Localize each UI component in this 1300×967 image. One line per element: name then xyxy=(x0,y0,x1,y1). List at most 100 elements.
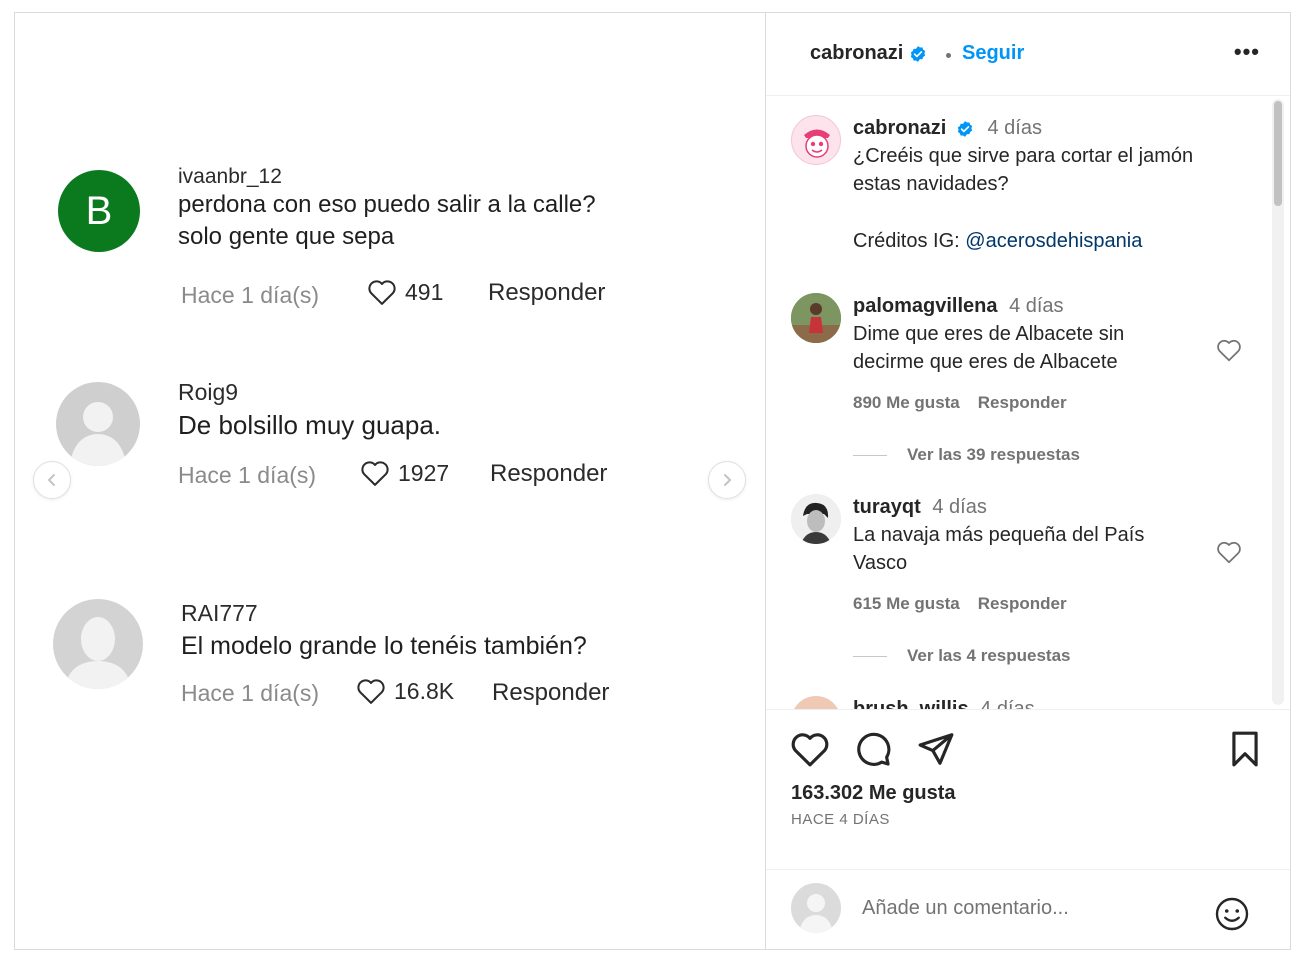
credits-label: Créditos IG: xyxy=(853,230,966,252)
comment-time: 4 días xyxy=(932,496,987,518)
comment-time: Hace 1 día(s) xyxy=(178,462,317,488)
comment-text-line: solo gente que sepa xyxy=(178,223,395,250)
comment-time: Hace 1 día(s) xyxy=(181,680,320,706)
post-dialog: B ivaanbr_12 perdona con eso puedo salir… xyxy=(14,12,1291,950)
comment-likes: 1927 xyxy=(360,459,449,487)
cartoon-face-icon xyxy=(804,129,830,158)
comment-text-line: De bolsillo muy guapa. xyxy=(178,410,442,440)
comment-likes: 491 xyxy=(367,278,443,306)
comment-time: Hace 1 día(s) xyxy=(181,282,320,308)
previous-button[interactable] xyxy=(33,461,71,499)
comment-header: turayqt 4 días xyxy=(853,493,987,521)
caption-credits: Créditos IG: @acerosdehispania xyxy=(853,227,1142,255)
comment-header: brush_willis 4 días xyxy=(853,695,1035,709)
comment-username: ivaanbr_12 xyxy=(178,165,282,188)
my-avatar xyxy=(791,883,841,933)
author-username-text[interactable]: cabronazi xyxy=(810,42,903,64)
caption-time: 4 días xyxy=(987,117,1042,139)
likes-count: 491 xyxy=(405,278,444,305)
avatar xyxy=(56,382,140,466)
next-button[interactable] xyxy=(708,461,746,499)
post-time: HACE 4 DÍAS xyxy=(791,811,890,828)
avatar xyxy=(53,599,143,689)
comment-icon[interactable] xyxy=(854,730,892,768)
comment-text-line: perdona con eso puedo salir a la calle? xyxy=(178,191,596,218)
default-avatar-icon xyxy=(70,402,126,466)
like-icon[interactable] xyxy=(790,730,830,768)
view-replies-button[interactable]: Ver las 39 respuestas xyxy=(853,445,1080,465)
heart-icon xyxy=(361,461,389,486)
default-avatar-icon xyxy=(799,894,833,933)
comment-username[interactable]: turayqt xyxy=(853,496,921,518)
post-header: cabronazi Seguir ••• xyxy=(766,13,1290,96)
likes-count: 16.8K xyxy=(394,677,455,704)
heart-icon xyxy=(357,679,385,704)
reply-label: Responder xyxy=(490,460,608,487)
chevron-left-icon xyxy=(48,474,55,486)
comment-text-line: decirme que eres de Albacete xyxy=(853,351,1118,373)
default-avatar-icon xyxy=(65,617,131,689)
post-side-panel: cabronazi Seguir ••• cabronazi 4 días ¿C… xyxy=(765,13,1290,949)
view-replies-button[interactable]: Ver las 4 respuestas xyxy=(853,646,1071,666)
caption-text-line: ¿Creéis que sirve para cortar el jamón xyxy=(853,145,1194,167)
likes-count[interactable]: 163.302 Me gusta xyxy=(791,782,956,805)
comment-text-line: Dime que eres de Albacete sin xyxy=(853,323,1125,345)
author-avatar[interactable] xyxy=(791,115,841,165)
comment-text-line: El modelo grande lo tenéis también? xyxy=(181,632,587,660)
comment-header: palomagvillena 4 días xyxy=(853,292,1064,320)
comment-input[interactable] xyxy=(862,890,1202,926)
comment-likes: 16.8K xyxy=(356,677,454,705)
reply-button[interactable]: Responder xyxy=(978,393,1067,412)
chevron-right-icon xyxy=(724,474,731,486)
comment-text-line: La navaja más pequeña del País xyxy=(853,524,1145,546)
comment-text-line: Vasco xyxy=(853,552,908,574)
avatar[interactable] xyxy=(791,293,841,343)
add-comment-bar xyxy=(766,869,1290,949)
comment-likes[interactable]: 890 Me gusta xyxy=(853,393,960,412)
avatar: B xyxy=(58,170,140,252)
comment-username[interactable]: brush_willis xyxy=(853,698,969,709)
comment-like-icon[interactable] xyxy=(1216,540,1242,564)
profile-photo-icon xyxy=(791,494,841,544)
caption-username[interactable]: cabronazi xyxy=(853,117,946,139)
share-icon[interactable] xyxy=(917,730,955,768)
more-options-button[interactable]: ••• xyxy=(1234,39,1260,65)
avatar[interactable] xyxy=(791,696,841,709)
scrollbar-thumb[interactable] xyxy=(1274,101,1282,206)
likes-count: 1927 xyxy=(398,459,450,486)
separator-dot xyxy=(946,53,951,58)
replies-divider xyxy=(853,655,887,657)
reply-label: Responder xyxy=(492,679,610,706)
post-actions: 163.302 Me gusta HACE 4 DÍAS xyxy=(766,709,1290,869)
comment-username: Roig9 xyxy=(178,379,239,405)
comment-meta: 890 Me gusta Responder xyxy=(853,393,1067,413)
author-username[interactable]: cabronazi xyxy=(810,42,927,65)
comment-like-icon[interactable] xyxy=(1216,338,1242,362)
view-replies-label[interactable]: Ver las 4 respuestas xyxy=(907,646,1071,666)
reply-button[interactable]: Responder xyxy=(978,594,1067,613)
replies-divider xyxy=(853,454,887,456)
emoji-icon[interactable] xyxy=(1214,896,1250,932)
reply-label: Responder xyxy=(488,279,606,306)
comments-scrollbar[interactable] xyxy=(1272,99,1284,705)
verified-badge-icon xyxy=(910,45,926,62)
verified-badge-icon xyxy=(957,120,973,137)
caption-header: cabronazi 4 días xyxy=(853,114,1042,142)
post-media: B ivaanbr_12 perdona con eso puedo salir… xyxy=(15,13,765,949)
view-replies-label[interactable]: Ver las 39 respuestas xyxy=(907,445,1080,465)
comment-username[interactable]: palomagvillena xyxy=(853,295,998,317)
profile-photo-icon xyxy=(791,293,841,343)
comment-time: 4 días xyxy=(1009,295,1064,317)
comment-time: 4 días xyxy=(980,698,1035,709)
follow-button[interactable]: Seguir xyxy=(962,42,1024,65)
avatar-letter: B xyxy=(85,188,113,233)
comments-list[interactable]: cabronazi 4 días ¿Creéis que sirve para … xyxy=(766,97,1290,709)
avatar[interactable] xyxy=(791,494,841,544)
heart-icon xyxy=(368,280,396,305)
comment-likes[interactable]: 615 Me gusta xyxy=(853,594,960,613)
credits-link[interactable]: @acerosdehispania xyxy=(965,230,1142,252)
caption-text-line: estas navidades? xyxy=(853,173,1009,195)
comment-meta: 615 Me gusta Responder xyxy=(853,594,1067,614)
comment-username: RAI777 xyxy=(181,600,258,626)
save-icon[interactable] xyxy=(1228,730,1262,768)
